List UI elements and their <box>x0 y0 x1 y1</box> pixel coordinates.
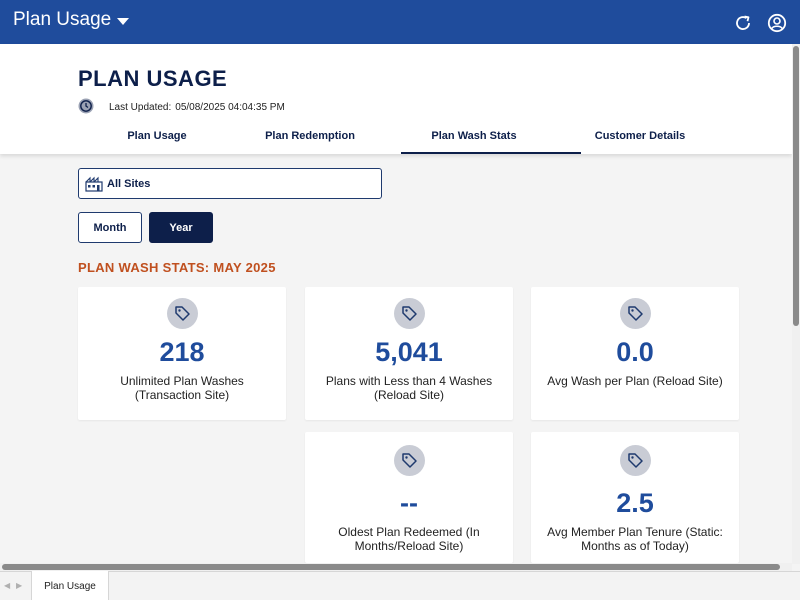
site-selector-label: All Sites <box>107 177 151 190</box>
tag-icon <box>394 445 425 476</box>
tab-bar: Plan Usage Plan Redemption Plan Wash Sta… <box>78 122 716 154</box>
kpi-value: -- <box>400 488 418 518</box>
site-selector[interactable]: All Sites <box>78 168 382 199</box>
year-button[interactable]: Year <box>149 212 213 243</box>
top-bar: Plan Usage <box>0 0 800 44</box>
section-title: PLAN WASH STATS: MAY 2025 <box>78 260 276 275</box>
vertical-scrollbar[interactable] <box>792 44 800 564</box>
refresh-icon[interactable] <box>733 13 753 33</box>
sheet-tab-bar: ◀ ▶ Plan Usage <box>0 571 800 600</box>
tab-plan-redemption[interactable]: Plan Redemption <box>236 122 384 154</box>
kpi-card-oldest-plan-redeemed: -- Oldest Plan Redeemed (In Months/Reloa… <box>305 432 513 563</box>
kpi-value: 5,041 <box>375 337 443 367</box>
kpi-label: Avg Member Plan Tenure (Static: Months a… <box>547 525 723 553</box>
last-updated: Last Updated: 05/08/2025 04:04:35 PM <box>109 102 285 113</box>
kpi-value: 218 <box>159 337 205 367</box>
kpi-label: Avg Wash per Plan (Reload Site) <box>547 374 723 388</box>
kpi-label: Oldest Plan Redeemed (In Months/Reload S… <box>338 525 480 553</box>
clock-icon <box>78 98 94 114</box>
kpi-value: 0.0 <box>616 337 654 367</box>
last-updated-value: 05/08/2025 04:04:35 PM <box>175 102 285 113</box>
kpi-card-unlimited-plan-washes: 218 Unlimited Plan Washes (Transaction S… <box>78 287 286 420</box>
tab-plan-wash-stats[interactable]: Plan Wash Stats <box>384 122 581 154</box>
page-title: PLAN USAGE <box>78 66 228 91</box>
kpi-card-avg-wash-per-plan: 0.0 Avg Wash per Plan (Reload Site) <box>531 287 739 420</box>
account-icon[interactable] <box>767 13 787 33</box>
horizontal-scrollbar[interactable] <box>0 563 792 571</box>
next-sheet-icon[interactable]: ▶ <box>16 581 22 590</box>
month-button[interactable]: Month <box>78 212 142 243</box>
horizontal-scrollbar-thumb[interactable] <box>2 564 780 570</box>
header-card: PLAN USAGE Last Updated: 05/08/2025 04:04… <box>0 44 792 154</box>
kpi-card-avg-member-plan-tenure: 2.5 Avg Member Plan Tenure (Static: Mont… <box>531 432 739 563</box>
last-updated-label: Last Updated: <box>109 102 172 113</box>
tag-icon <box>620 445 651 476</box>
tag-icon <box>167 298 198 329</box>
tab-customer-details[interactable]: Customer Details <box>564 122 716 154</box>
report-title: Plan Usage <box>13 9 112 30</box>
kpi-value: 2.5 <box>616 488 654 518</box>
tag-icon <box>394 298 425 329</box>
sheet-tab-plan-usage[interactable]: Plan Usage <box>31 571 109 600</box>
previous-sheet-icon[interactable]: ◀ <box>4 581 10 590</box>
tag-icon <box>620 298 651 329</box>
vertical-scrollbar-thumb[interactable] <box>793 46 799 326</box>
tab-plan-usage[interactable]: Plan Usage <box>78 122 236 154</box>
caret-down-icon <box>117 17 130 25</box>
kpi-label: Plans with Less than 4 Washes (Reload Si… <box>325 374 493 402</box>
kpi-card-plans-less-than-4-washes: 5,041 Plans with Less than 4 Washes (Rel… <box>305 287 513 420</box>
kpi-label: Unlimited Plan Washes (Transaction Site) <box>120 374 244 402</box>
report-selector[interactable]: Plan Usage <box>13 9 130 31</box>
building-icon <box>85 176 103 192</box>
